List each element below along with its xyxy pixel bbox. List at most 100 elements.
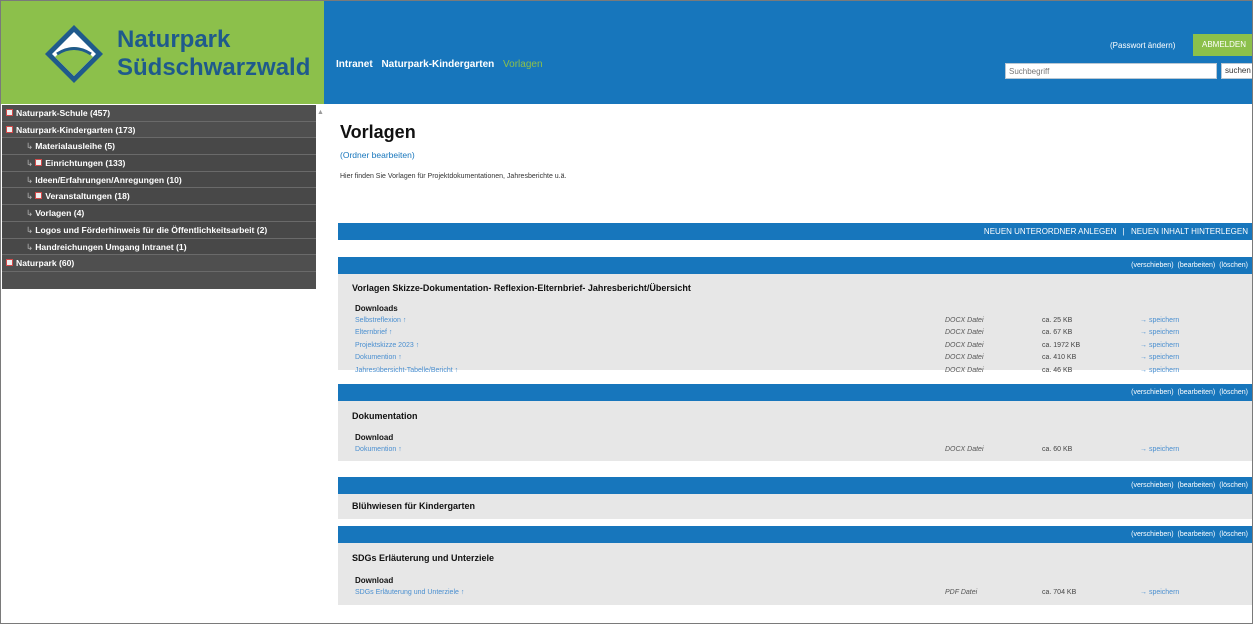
collapse-minus-icon[interactable]: [6, 125, 13, 133]
move-link[interactable]: (verschieben): [1131, 262, 1173, 269]
edit-link[interactable]: (bearbeiten): [1178, 262, 1216, 269]
sidebar-item-handreichungen[interactable]: ↳ Handreichungen Umgang Intranet (1): [2, 238, 316, 256]
expand-plus-icon[interactable]: [35, 159, 43, 167]
save-link[interactable]: → speichern: [1140, 315, 1179, 327]
file-size: ca. 60 KB: [1042, 446, 1073, 453]
section-action-bar: (verschieben) (bearbeiten) (löschen): [338, 526, 1252, 543]
edit-link[interactable]: (bearbeiten): [1178, 531, 1216, 538]
file-type: PDF Datei: [945, 589, 978, 596]
save-link[interactable]: → speichern: [1140, 352, 1179, 364]
save-link[interactable]: → speichern: [1140, 365, 1179, 377]
sidebar-item-veranstaltungen[interactable]: ↳ Veranstaltungen (18): [2, 188, 316, 206]
download-row: SDGs Erläuterung und Unterziele ↑ PDF Da…: [338, 587, 1252, 599]
downloads-heading: Download: [355, 433, 394, 442]
section-title: Dokumentation: [352, 411, 418, 421]
change-password-link[interactable]: (Passwort ändern): [1110, 41, 1175, 50]
sidebar-item-label: Einrichtungen (133): [45, 158, 126, 169]
download-row: Projektskizze 2023 ↑ DOCX Datei ca. 1972…: [338, 340, 1252, 352]
brand-line-1: Naturpark: [117, 26, 231, 53]
move-link[interactable]: (verschieben): [1131, 389, 1173, 396]
file-size: ca. 1972 KB: [1042, 341, 1081, 349]
section-action-bar: (verschieben) (bearbeiten) (löschen): [338, 384, 1252, 401]
section-action-bar: (verschieben) (bearbeiten) (löschen): [338, 477, 1252, 494]
breadcrumb-kindergarten[interactable]: Naturpark-Kindergarten: [381, 59, 494, 70]
download-row: Dokumention ↑ DOCX Datei ca. 60 KB → spe…: [338, 444, 1252, 456]
section-body: Dokumentation Download Dokumention ↑ DOC…: [338, 401, 1252, 461]
download-row: Jahresübersicht-Tabelle/Bericht ↑ DOCX D…: [338, 365, 1252, 377]
sidebar-item-vorlagen[interactable]: ↳ Vorlagen (4): [2, 205, 316, 222]
save-link[interactable]: → speichern: [1140, 340, 1179, 352]
new-content-button[interactable]: NEUEN INHALT HINTERLEGEN: [1131, 227, 1248, 236]
delete-link[interactable]: (löschen): [1219, 389, 1248, 396]
section-title: Blühwiesen für Kindergarten: [352, 501, 476, 511]
sidebar-item-einrichtungen[interactable]: ↳ Einrichtungen (133): [2, 155, 316, 172]
action-separator: |: [1122, 227, 1125, 236]
sidebar-item-label: Ideen/Erfahrungen/Anregungen (10): [35, 174, 182, 185]
content-section: (verschieben) (bearbeiten) (löschen) SDG…: [338, 526, 1252, 605]
new-subfolder-button[interactable]: NEUEN UNTERORDNER ANLEGEN: [984, 227, 1116, 236]
download-row: Dokumention ↑ DOCX Datei ca. 410 KB → sp…: [338, 352, 1252, 364]
downloads-heading: Downloads: [355, 304, 398, 313]
download-row: Elternbrief ↑ DOCX Datei ca. 67 KB → spe…: [338, 327, 1252, 339]
expand-plus-icon[interactable]: [6, 259, 13, 267]
expand-plus-icon[interactable]: [6, 109, 13, 116]
file-type: DOCX Datei: [945, 341, 984, 349]
naturpark-logo-icon: [45, 25, 103, 83]
sidebar-tree: Naturpark-Schule (457) Naturpark-Kinderg…: [2, 105, 316, 289]
file-link[interactable]: Dokumention ↑: [355, 352, 402, 364]
sidebar-item-naturpark[interactable]: Naturpark (60): [2, 255, 316, 272]
delete-link[interactable]: (löschen): [1219, 531, 1248, 538]
file-type: DOCX Datei: [945, 329, 984, 337]
edit-link[interactable]: (bearbeiten): [1178, 482, 1216, 489]
content-section: (verschieben) (bearbeiten) (löschen) Blü…: [338, 477, 1252, 519]
child-arrow-icon: ↳: [26, 241, 34, 252]
download-row: Selbstreflexion ↑ DOCX Datei ca. 25 KB →…: [338, 315, 1252, 327]
sidebar-item-label: Logos und Förderhinweis für die Öffentli…: [35, 224, 268, 235]
move-link[interactable]: (verschieben): [1131, 482, 1173, 489]
section-title: Vorlagen Skizze-Dokumentation- Reflexion…: [352, 283, 691, 293]
top-header: Intranet Naturpark-Kindergarten Vorlagen…: [324, 1, 1252, 104]
sidebar-item-label: Naturpark (60): [16, 258, 75, 269]
sidebar-item-logos[interactable]: ↳ Logos und Förderhinweis für die Öffentl…: [2, 221, 316, 239]
breadcrumb-current: Vorlagen: [503, 59, 543, 70]
logo-area[interactable]: Naturpark Südschwarzwald: [1, 1, 324, 104]
delete-link[interactable]: (löschen): [1219, 482, 1248, 489]
file-link[interactable]: Elternbrief ↑: [355, 327, 392, 339]
sidebar-item-label: Materialausleihe (5): [35, 141, 115, 152]
child-arrow-icon: ↳: [26, 191, 34, 202]
sidebar-item-naturpark-kindergarten[interactable]: Naturpark-Kindergarten (173): [2, 122, 316, 139]
save-link[interactable]: → speichern: [1140, 444, 1179, 456]
sidebar-collapse-icon[interactable]: ▲: [317, 109, 324, 116]
sidebar-item-label: Vorlagen (4): [35, 208, 85, 219]
file-link[interactable]: Projektskizze 2023 ↑: [355, 340, 419, 352]
file-size: ca. 46 KB: [1042, 366, 1073, 374]
file-size: ca. 67 KB: [1042, 329, 1073, 337]
sidebar-item-ideen[interactable]: ↳ Ideen/Erfahrungen/Anregungen (10): [2, 171, 316, 189]
edit-folder-link[interactable]: (Ordner bearbeiten): [340, 150, 415, 160]
save-link[interactable]: → speichern: [1140, 327, 1179, 339]
child-arrow-icon: ↳: [26, 224, 34, 235]
sidebar-item-materialausleihe[interactable]: ↳ Materialausleihe (5): [2, 138, 316, 156]
sidebar-item-label: Naturpark-Schule (457): [16, 108, 111, 118]
sidebar-item-naturpark-schule[interactable]: Naturpark-Schule (457): [2, 105, 316, 122]
file-link[interactable]: Jahresübersicht-Tabelle/Bericht ↑: [355, 365, 458, 377]
logout-button[interactable]: ABMELDEN: [1193, 34, 1252, 56]
move-link[interactable]: (verschieben): [1131, 531, 1173, 538]
breadcrumb-intranet[interactable]: Intranet: [336, 59, 373, 70]
file-link[interactable]: Selbstreflexion ↑: [355, 315, 406, 327]
section-body: SDGs Erläuterung und Unterziele Download…: [338, 543, 1252, 605]
page-title: Vorlagen: [340, 122, 416, 142]
child-arrow-icon: ↳: [26, 141, 34, 152]
save-link[interactable]: → speichern: [1140, 587, 1179, 599]
downloads-heading: Download: [355, 576, 394, 585]
file-link[interactable]: SDGs Erläuterung und Unterziele ↑: [355, 587, 464, 599]
search-button[interactable]: suchen: [1221, 63, 1252, 79]
search-input[interactable]: [1005, 63, 1217, 79]
file-size: ca. 25 KB: [1042, 317, 1073, 324]
file-size: ca. 704 KB: [1042, 589, 1077, 596]
sidebar-item-label: Handreichungen Umgang Intranet (1): [35, 241, 187, 252]
expand-plus-icon[interactable]: [35, 192, 43, 200]
edit-link[interactable]: (bearbeiten): [1178, 389, 1216, 396]
file-link[interactable]: Dokumention ↑: [355, 444, 402, 456]
delete-link[interactable]: (löschen): [1219, 262, 1248, 269]
